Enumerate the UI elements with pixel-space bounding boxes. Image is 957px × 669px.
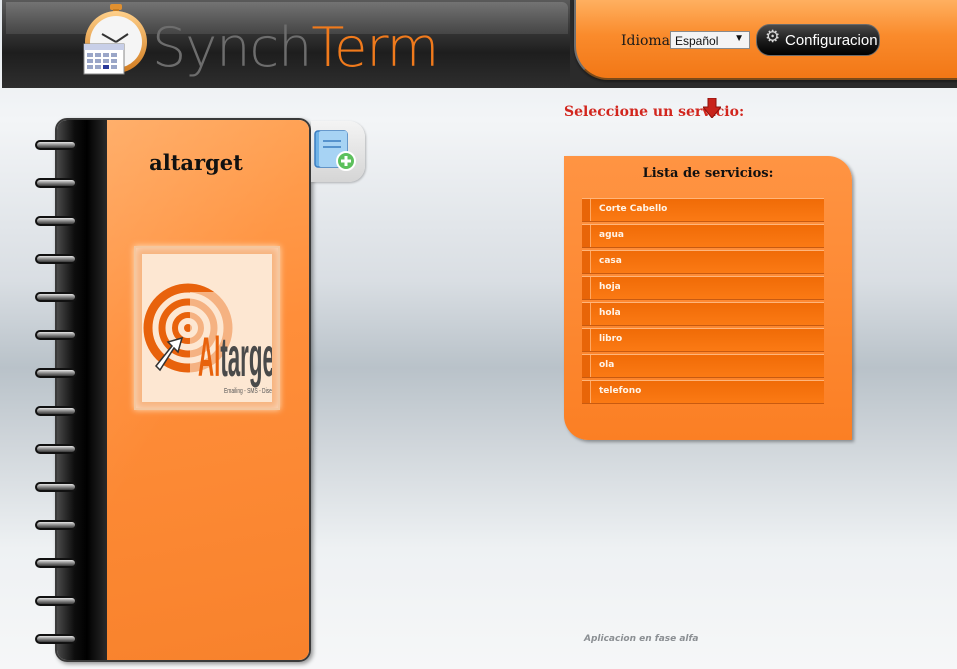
- logo-text-synch: Synch: [152, 16, 312, 79]
- binder-ring: [35, 178, 77, 188]
- altarget-logo: Altarget Emailing - SMS - Diseño - New m…: [143, 283, 307, 395]
- service-item-label: libro: [599, 334, 623, 344]
- contact-logo-inner: Altarget Emailing - SMS - Diseño - New m…: [142, 254, 307, 402]
- clock-calendar-icon: [83, 4, 147, 75]
- binder-ring: [35, 444, 77, 454]
- binder-ring: [35, 216, 77, 226]
- services-list: Corte Cabello agua casa hoja hola libro …: [582, 198, 824, 406]
- logo-text-term: Term: [311, 16, 439, 79]
- service-item-label: hola: [599, 308, 621, 318]
- service-item-label: hoja: [599, 282, 621, 292]
- service-item[interactable]: agua: [582, 224, 824, 248]
- service-item[interactable]: hola: [582, 302, 824, 326]
- svg-text:Emailing - SMS - Diseño - New: Emailing - SMS - Diseño - New media: [224, 388, 272, 395]
- config-button-label: Configuracion: [785, 32, 878, 49]
- binder-ring: [35, 482, 77, 492]
- service-item-label: Corte Cabello: [599, 204, 668, 214]
- service-item-label: telefono: [599, 386, 642, 396]
- synchterm-logo: SynchTerm: [80, 4, 439, 84]
- down-arrow-icon: [701, 97, 723, 122]
- binder-ring: [35, 140, 77, 150]
- altarget-wordmark: Altarget Emailing - SMS - Diseño - New m…: [190, 292, 307, 395]
- service-item[interactable]: libro: [582, 328, 824, 352]
- service-item[interactable]: ola: [582, 354, 824, 378]
- service-item[interactable]: casa: [582, 250, 824, 274]
- binder-ring: [35, 368, 77, 378]
- language-select-value: Español: [675, 34, 719, 48]
- contact-name: altarget: [149, 150, 243, 175]
- services-title: Lista de servicios:: [642, 166, 774, 181]
- service-item[interactable]: Corte Cabello: [582, 198, 824, 222]
- binder-ring: [35, 292, 77, 302]
- add-contact-tab[interactable]: [311, 121, 365, 182]
- chevron-down-icon: ▼: [734, 33, 744, 44]
- contact-logo-image[interactable]: Altarget Emailing - SMS - Diseño - New m…: [134, 246, 307, 410]
- gear-icon: ⚙: [765, 27, 781, 46]
- binder-ring: [35, 406, 77, 416]
- service-item-label: ola: [599, 360, 615, 370]
- binder-ring: [35, 520, 77, 530]
- binder-ring: [35, 596, 77, 606]
- service-item-label: casa: [599, 256, 622, 266]
- service-item[interactable]: telefono: [582, 380, 824, 404]
- binder-ring: [35, 254, 77, 264]
- service-item[interactable]: hoja: [582, 276, 824, 300]
- service-item-label: agua: [599, 230, 624, 240]
- alpha-notice: Aplicacion en fase alfa: [584, 634, 699, 644]
- language-select[interactable]: Español ▼: [670, 31, 750, 49]
- notebook-spine: [57, 120, 107, 660]
- language-label: Idioma:: [621, 33, 675, 49]
- add-contact-icon: [314, 130, 356, 171]
- logo-wordmark: SynchTerm: [152, 16, 439, 79]
- binder-ring: [35, 330, 77, 340]
- binder-ring: [35, 558, 77, 568]
- binder-ring: [35, 634, 77, 644]
- config-button[interactable]: ⚙ Configuracion: [756, 24, 880, 56]
- header-logo-bar: SynchTerm: [2, 0, 570, 88]
- services-panel: Lista de servicios: Corte Cabello agua c…: [564, 156, 852, 440]
- svg-text:Altarget: Altarget: [198, 327, 272, 389]
